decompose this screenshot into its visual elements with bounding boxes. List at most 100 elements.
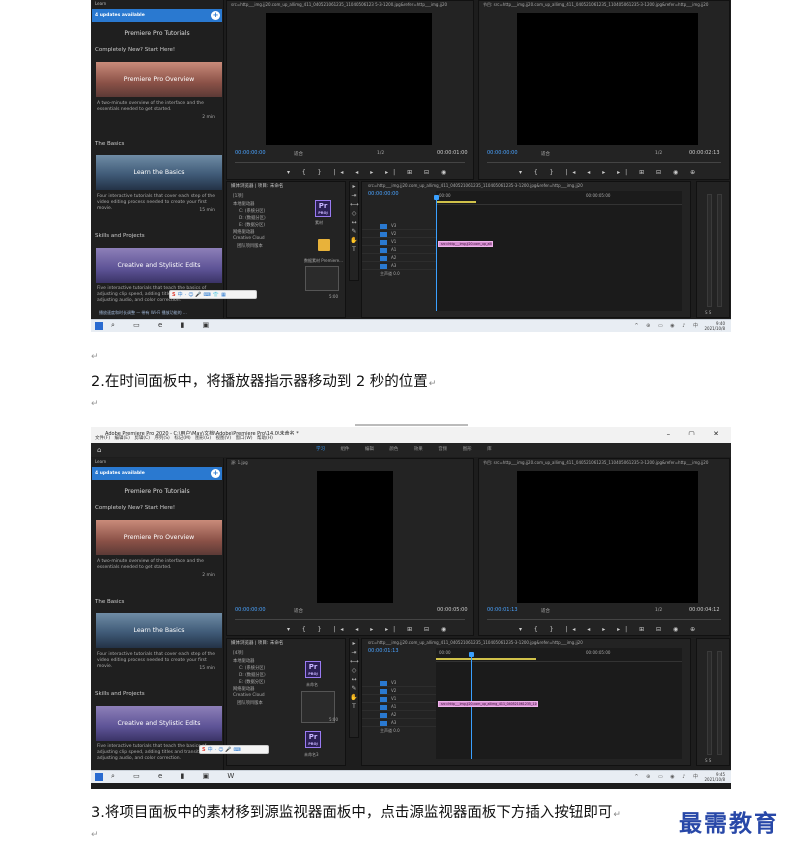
v1-clip[interactable]: src=http___img.jj20.com_up_allimg_411_04… <box>438 701 538 707</box>
source-scrubber[interactable] <box>235 157 465 163</box>
tree-item-1[interactable]: C: (系统分区) <box>239 665 265 671</box>
card-skills-thumb[interactable]: Creative and Stylistic Edits <box>96 248 222 283</box>
system-tray[interactable]: ^ ⊕ ▭ ◉ ♪ 中 <box>634 773 701 780</box>
menu-help[interactable]: 帮助(H) <box>257 436 273 441</box>
track-a2[interactable]: A2 <box>362 254 436 262</box>
program-page[interactable]: 1/2 <box>655 151 662 156</box>
playhead-handle[interactable] <box>469 652 474 657</box>
menu-view[interactable]: 视图(V) <box>216 436 232 441</box>
track-a2[interactable]: A2 <box>362 711 436 719</box>
premiere-project-icon[interactable]: Pr PROJ <box>305 661 321 678</box>
taskbar-clock[interactable]: 9:45 2021/10/8 <box>704 772 725 782</box>
tab-media-browser[interactable]: 媒体浏览器 <box>231 184 254 189</box>
slip-icon[interactable]: ↔ <box>350 218 358 227</box>
menu-window[interactable]: 窗口(W) <box>236 436 253 441</box>
program-transport-controls[interactable]: ▾ { } |◂ ◂ ▸ ▸| ⊞ ⊟ ◉ ⊕ <box>519 626 700 633</box>
program-timecode[interactable]: 00:00:01:13 <box>487 607 518 613</box>
playhead[interactable] <box>436 195 437 311</box>
playhead-handle[interactable] <box>434 195 439 200</box>
work-area-bar[interactable] <box>436 658 536 660</box>
premiere-project-icon-2[interactable]: Pr PROJ <box>305 731 321 748</box>
program-scrubber[interactable] <box>487 614 721 620</box>
timeline-tracks-area[interactable]: 00:00 00:00:05:00 src=http___img.jj20.co… <box>436 648 682 759</box>
track-v2[interactable]: V2 <box>362 687 436 695</box>
folder-icon[interactable] <box>318 239 330 251</box>
track-v1[interactable]: V1 <box>362 238 436 246</box>
windows-start-icon[interactable] <box>95 773 103 781</box>
razor-icon[interactable]: ◇ <box>350 666 358 675</box>
source-transport-controls[interactable]: ▾ { } |◂ ◂ ▸ ▸| ⊞ ⊟ ◉ <box>287 626 451 633</box>
type-icon[interactable]: T <box>350 702 358 711</box>
taskbar-clock[interactable]: 9:40 2021/10/8 <box>704 321 725 331</box>
source-transport-controls[interactable]: ▾ { } |◂ ◂ ▸ ▸| ⊞ ⊟ ◉ <box>287 169 451 176</box>
sequence-timecode[interactable]: 00:00:00:00 <box>368 191 399 197</box>
track-v3[interactable]: V3 <box>362 222 436 230</box>
tree-item-2[interactable]: D: (数据分区) <box>239 672 266 678</box>
tree-item-4[interactable]: 网络驱动器 <box>233 686 254 692</box>
pen-icon[interactable]: ✎ <box>350 684 358 693</box>
v1-clip[interactable]: src=http___img.jj20.com_up_allimg <box>438 241 493 247</box>
hand-icon[interactable]: ✋ <box>350 236 358 245</box>
track-a1[interactable]: A1 <box>362 703 436 711</box>
tab-project[interactable]: 项目: 未命名 <box>258 184 283 189</box>
tree-item-4[interactable]: 网络驱动器 <box>233 229 254 235</box>
card-overview-thumb[interactable]: Premiere Pro Overview <box>96 520 222 555</box>
system-tray[interactable]: ^ ⊕ ▭ ◉ ♪ 中 <box>634 322 701 329</box>
menu-sequence[interactable]: 序列(S) <box>154 436 169 441</box>
program-transport-controls[interactable]: ▾ { } |◂ ◂ ▸ ▸| ⊞ ⊟ ◉ ⊕ <box>519 169 700 176</box>
tree-item-1[interactable]: C: (系统分区) <box>239 208 265 214</box>
slip-icon[interactable]: ↔ <box>350 675 358 684</box>
razor-icon[interactable]: ◇ <box>350 209 358 218</box>
windows-start-icon[interactable] <box>95 322 103 330</box>
track-a3[interactable]: A3 <box>362 719 436 727</box>
selection-tool-icon[interactable]: ▸ <box>350 639 358 648</box>
tree-item-0[interactable]: 本地驱动器 <box>233 201 254 207</box>
ime-toolbar[interactable]: S中·☺🎤⌨ <box>199 745 269 754</box>
hand-icon[interactable]: ✋ <box>350 693 358 702</box>
sequence-timecode[interactable]: 00:00:01:13 <box>368 648 399 654</box>
card-basics-thumb[interactable]: Learn the Basics <box>96 613 222 648</box>
project-tabs[interactable]: 媒体浏览器 | 项目: 未命名 <box>231 640 283 646</box>
tree-item-5[interactable]: Creative Cloud <box>233 693 265 698</box>
track-v3[interactable]: V3 <box>362 679 436 687</box>
home-icon[interactable]: ⌂ <box>97 443 101 457</box>
ime-toolbar[interactable]: S中·☺🎤⌨👕▦ <box>169 290 257 299</box>
taskbar-apps[interactable]: ⌕ ▭ e ▮ ▣ <box>111 321 217 330</box>
source-page[interactable]: 1/2 <box>377 151 384 156</box>
tree-item-6[interactable]: 团队项目版本 <box>237 243 263 249</box>
tree-item-3[interactable]: E: (数据分区) <box>239 222 265 228</box>
ripple-edit-icon[interactable]: ⟷ <box>350 200 359 209</box>
type-icon[interactable]: T <box>350 245 358 254</box>
tree-item-2[interactable]: D: (数据分区) <box>239 215 266 221</box>
menu-edit[interactable]: 编辑(E) <box>115 436 130 441</box>
source-timecode[interactable]: 00:00:00:00 <box>235 150 266 156</box>
project-tabs[interactable]: 媒体浏览器 | 项目: 未命名 <box>231 183 283 189</box>
updates-banner[interactable]: 4 updates available + <box>92 467 222 480</box>
card-overview-thumb[interactable]: Premiere Pro Overview <box>96 62 222 97</box>
source-scrubber[interactable] <box>235 614 465 620</box>
source-timecode[interactable]: 00:00:00:00 <box>235 607 266 613</box>
card-skills-thumb[interactable]: Creative and Stylistic Edits <box>96 706 222 741</box>
program-page[interactable]: 1/2 <box>655 608 662 613</box>
image-clip-thumb[interactable] <box>305 266 339 291</box>
updates-banner[interactable]: 4 updates available + <box>92 9 222 22</box>
tree-item-6[interactable]: 团队项目版本 <box>237 700 263 706</box>
card-basics-thumb[interactable]: Learn the Basics <box>96 155 222 190</box>
menu-graphics[interactable]: 图形(G) <box>195 436 211 441</box>
tab-project[interactable]: 项目: 未命名 <box>258 641 283 646</box>
menu-file[interactable]: 文件(F) <box>95 436 110 441</box>
timeline-tracks-area[interactable]: 00:00 00:00:05:00 src=http___img.jj20.co… <box>434 191 682 311</box>
add-icon[interactable]: + <box>211 11 220 20</box>
menu-markers[interactable]: 标记(M) <box>174 436 190 441</box>
workspace-tabs[interactable]: 学习 组件 编辑 颜色 效果 音频 图形 库 <box>316 443 492 457</box>
menu-clip[interactable]: 剪辑(C) <box>134 436 150 441</box>
taskbar-apps[interactable]: ⌕ ▭ e ▮ ▣ W <box>111 772 242 781</box>
track-v1[interactable]: V1 <box>362 695 436 703</box>
selection-tool-icon[interactable]: ▸ <box>350 182 358 191</box>
image-resize-handle[interactable] <box>355 424 468 426</box>
tree-item-5[interactable]: Creative Cloud <box>233 236 265 241</box>
ripple-edit-icon[interactable]: ⟷ <box>350 657 359 666</box>
track-select-icon[interactable]: ⇥ <box>350 648 358 657</box>
track-v2[interactable]: V2 <box>362 230 436 238</box>
work-area-bar[interactable] <box>436 201 476 203</box>
